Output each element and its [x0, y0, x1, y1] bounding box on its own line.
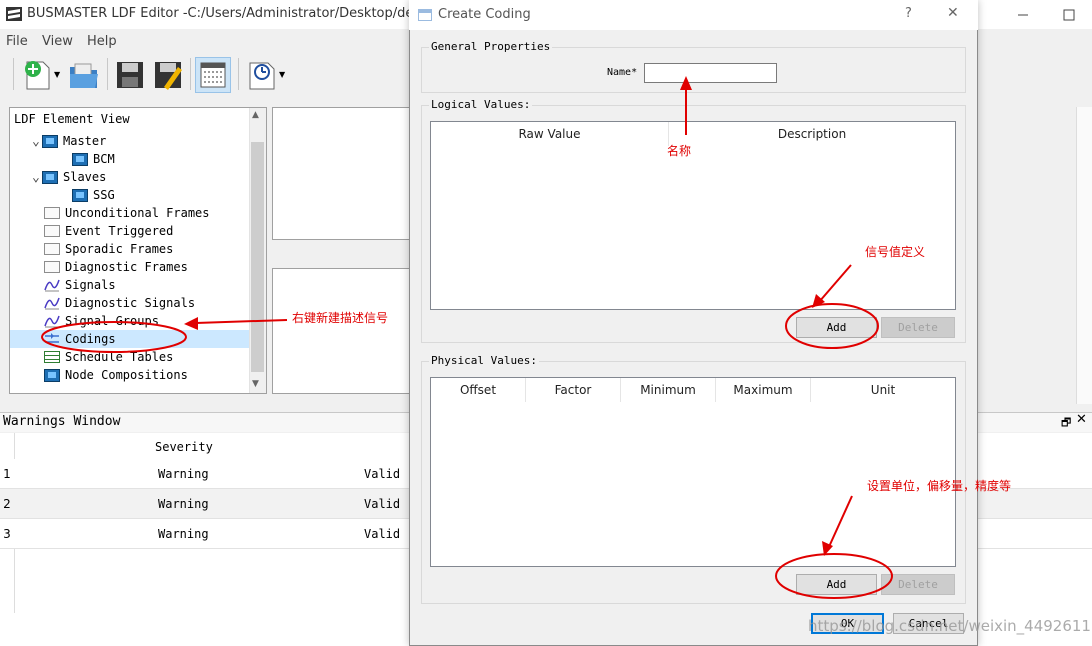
tree-arrow-line	[195, 319, 288, 324]
logical-arrow-line	[818, 264, 852, 303]
logical-add-highlight-ellipse	[785, 303, 879, 349]
physical-add-highlight-ellipse	[775, 553, 893, 599]
annotation-overlay	[41, 76, 893, 599]
name-arrow-head	[680, 76, 692, 90]
tree-annotation: 右键新建描述信号	[292, 311, 389, 325]
physical-arrow-line	[827, 495, 853, 550]
watermark-text: https://blog.csdn.net/weixin_44926112	[808, 617, 1092, 635]
name-annotation: 名称	[667, 144, 692, 158]
logical-annotation: 信号值定义	[865, 245, 926, 259]
tree-arrow-head	[184, 317, 198, 330]
tree-highlight-ellipse	[41, 321, 187, 353]
physical-annotation: 设置单位，偏移量，精度等	[867, 479, 1012, 493]
